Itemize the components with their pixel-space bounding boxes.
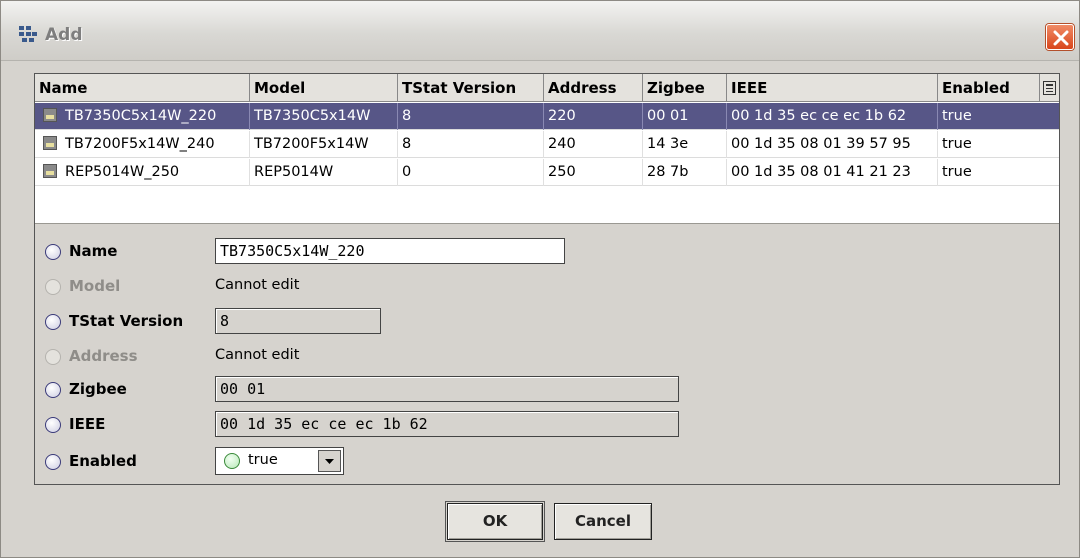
column-header-enabled[interactable]: Enabled (938, 74, 1040, 102)
table-row[interactable]: TB7200F5x14W_240 TB7200F5x14W 8 240 14 3… (35, 131, 1059, 158)
ok-button[interactable]: OK (445, 501, 545, 542)
column-header-zigbee[interactable]: Zigbee (643, 74, 727, 102)
tstat-version-label: TStat Version (69, 312, 184, 330)
cell-ieee: 00 1d 35 ec ce ec 1b 62 (727, 103, 938, 130)
model-label: Model (69, 277, 121, 295)
model-readonly-text: Cannot edit (215, 277, 300, 293)
form-row-enabled: Enabled true (35, 446, 1035, 478)
add-dialog: Add Name Model TStat Version Address Zig… (0, 0, 1080, 558)
form-row-tstat-version: TStat Version 8 (35, 308, 1035, 340)
address-label: Address (69, 347, 138, 365)
enabled-dropdown-value: true (248, 452, 278, 468)
content-panel: Name Model TStat Version Address Zigbee … (34, 73, 1060, 485)
close-icon (1053, 30, 1069, 46)
ieee-label: IEEE (69, 415, 106, 433)
cell-ieee: 00 1d 35 08 01 41 21 23 (727, 159, 938, 186)
cell-name: TB7200F5x14W_240 (65, 136, 215, 152)
cell-model: REP5014W (250, 159, 398, 186)
cell-model: TB7200F5x14W (250, 131, 398, 158)
cell-enabled: true (942, 136, 972, 152)
form-row-zigbee: Zigbee 00 01 (35, 376, 1035, 408)
cell-tstat-version: 8 (398, 103, 544, 130)
device-table[interactable]: Name Model TStat Version Address Zigbee … (35, 74, 1059, 224)
table-row[interactable]: REP5014W_250 REP5014W 0 250 28 7b 00 1d … (35, 159, 1059, 186)
title-bar[interactable]: Add (1, 1, 1079, 61)
address-radio (45, 349, 61, 365)
cell-address: 250 (544, 159, 643, 186)
cell-ieee: 00 1d 35 08 01 39 57 95 (727, 131, 938, 158)
name-label: Name (69, 242, 118, 260)
enabled-label: Enabled (69, 452, 137, 470)
column-chooser-icon[interactable] (1043, 81, 1056, 95)
cell-name: REP5014W_250 (65, 164, 180, 180)
cell-enabled: true (942, 108, 972, 124)
enabled-dropdown[interactable]: true (215, 447, 344, 475)
zigbee-label: Zigbee (69, 380, 127, 398)
window-title: Add (45, 25, 83, 45)
column-header-name[interactable]: Name (35, 74, 250, 102)
form-row-model: Model Cannot edit (35, 273, 1035, 305)
address-readonly-text: Cannot edit (215, 347, 300, 363)
cell-model: TB7350C5x14W (250, 103, 398, 130)
ieee-radio[interactable] (45, 417, 61, 433)
column-header-model[interactable]: Model (250, 74, 398, 102)
name-radio[interactable] (45, 244, 61, 260)
cell-zigbee: 28 7b (643, 159, 727, 186)
cell-tstat-version: 8 (398, 131, 544, 158)
form-row-name: Name TB7350C5x14W_220 (35, 238, 1035, 270)
enabled-status-icon (224, 453, 240, 469)
column-header-ieee[interactable]: IEEE (727, 74, 938, 102)
table-header: Name Model TStat Version Address Zigbee … (35, 74, 1059, 102)
tstat-version-field[interactable]: 8 (215, 308, 381, 334)
cell-tstat-version: 0 (398, 159, 544, 186)
chevron-down-icon (325, 459, 334, 464)
zigbee-radio[interactable] (45, 382, 61, 398)
model-radio (45, 279, 61, 295)
form-row-ieee: IEEE 00 1d 35 ec ce ec 1b 62 (35, 411, 1035, 443)
column-header-address[interactable]: Address (544, 74, 643, 102)
enabled-radio[interactable] (45, 454, 61, 470)
thermostat-icon (43, 136, 57, 150)
network-icon (19, 26, 37, 42)
cell-address: 220 (544, 103, 643, 130)
thermostat-icon (43, 108, 57, 122)
tstat-version-radio[interactable] (45, 314, 61, 330)
cell-enabled: true (942, 164, 972, 180)
cell-name: TB7350C5x14W_220 (65, 108, 217, 124)
cell-zigbee: 00 01 (643, 103, 727, 130)
repeater-icon (43, 164, 57, 178)
close-button[interactable] (1046, 24, 1074, 50)
column-header-tstat-version[interactable]: TStat Version (398, 74, 544, 102)
form-row-address: Address Cannot edit (35, 343, 1035, 375)
ieee-field[interactable]: 00 1d 35 ec ce ec 1b 62 (215, 411, 679, 437)
cancel-button[interactable]: Cancel (554, 503, 652, 540)
cell-address: 240 (544, 131, 643, 158)
name-field[interactable]: TB7350C5x14W_220 (215, 238, 565, 264)
cell-zigbee: 14 3e (643, 131, 727, 158)
zigbee-field[interactable]: 00 01 (215, 376, 679, 402)
dropdown-arrow[interactable] (318, 450, 341, 472)
table-row[interactable]: TB7350C5x14W_220 TB7350C5x14W 8 220 00 0… (35, 103, 1059, 130)
